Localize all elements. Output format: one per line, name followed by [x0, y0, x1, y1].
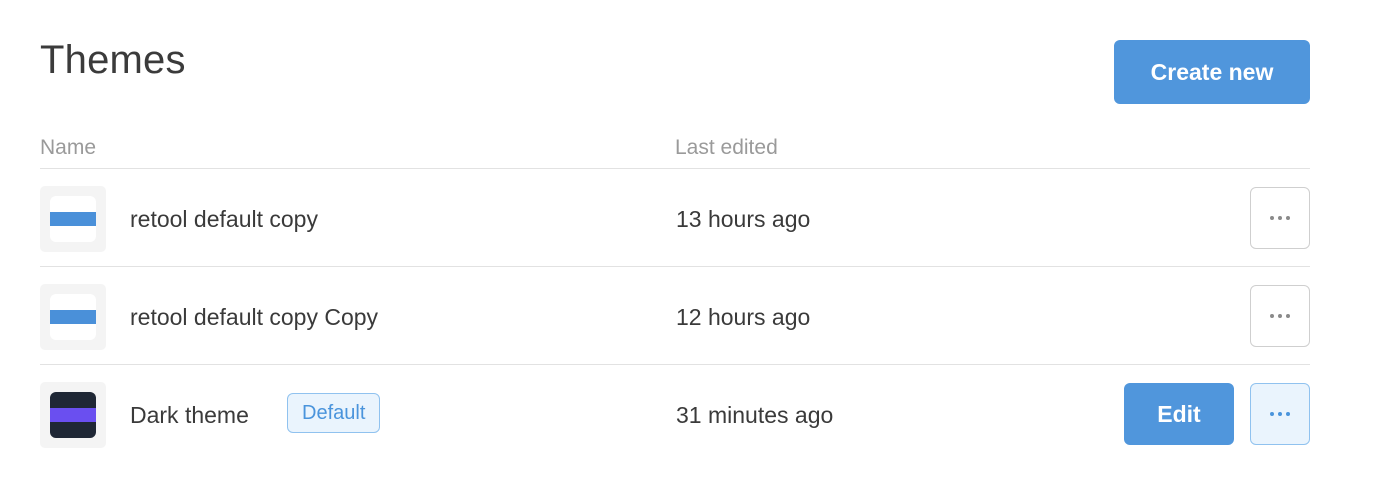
more-options-button[interactable] — [1250, 187, 1310, 249]
theme-thumbnail-preview — [50, 196, 96, 242]
theme-name[interactable]: retool default copy — [130, 205, 318, 233]
theme-thumbnail-bar — [50, 212, 96, 226]
theme-name[interactable]: Dark theme — [130, 401, 249, 429]
default-badge: Default — [287, 393, 381, 433]
themes-table: Name Last edited retool default copy 13 … — [40, 130, 1310, 462]
column-header-name: Name — [40, 136, 97, 159]
themes-page: Themes Create new Name Last edited retoo… — [0, 0, 1378, 502]
more-horizontal-icon — [1270, 216, 1290, 220]
table-row[interactable]: Dark theme Default 31 minutes ago Edit — [40, 365, 1310, 462]
more-options-button[interactable] — [1250, 383, 1310, 445]
theme-last-edited: 12 hours ago — [676, 304, 811, 330]
theme-thumbnail — [40, 284, 106, 350]
more-options-button[interactable] — [1250, 285, 1310, 347]
theme-last-edited: 31 minutes ago — [676, 402, 834, 428]
create-new-button[interactable]: Create new — [1114, 40, 1310, 104]
table-header: Name Last edited — [40, 130, 1310, 169]
theme-thumbnail-preview — [50, 392, 96, 438]
theme-thumbnail-preview — [50, 294, 96, 340]
table-row[interactable]: retool default copy 13 hours ago — [40, 169, 1310, 267]
theme-last-edited: 13 hours ago — [676, 206, 811, 232]
theme-thumbnail — [40, 186, 106, 252]
theme-name[interactable]: retool default copy Copy — [130, 303, 378, 331]
more-horizontal-icon — [1270, 412, 1290, 416]
page-title: Themes — [40, 38, 186, 82]
table-row[interactable]: retool default copy Copy 12 hours ago — [40, 267, 1310, 365]
more-horizontal-icon — [1270, 314, 1290, 318]
theme-thumbnail-bar — [50, 310, 96, 324]
theme-thumbnail — [40, 382, 106, 448]
edit-button[interactable]: Edit — [1124, 383, 1234, 445]
theme-thumbnail-bar — [50, 408, 96, 422]
column-header-last-edited: Last edited — [675, 136, 778, 159]
